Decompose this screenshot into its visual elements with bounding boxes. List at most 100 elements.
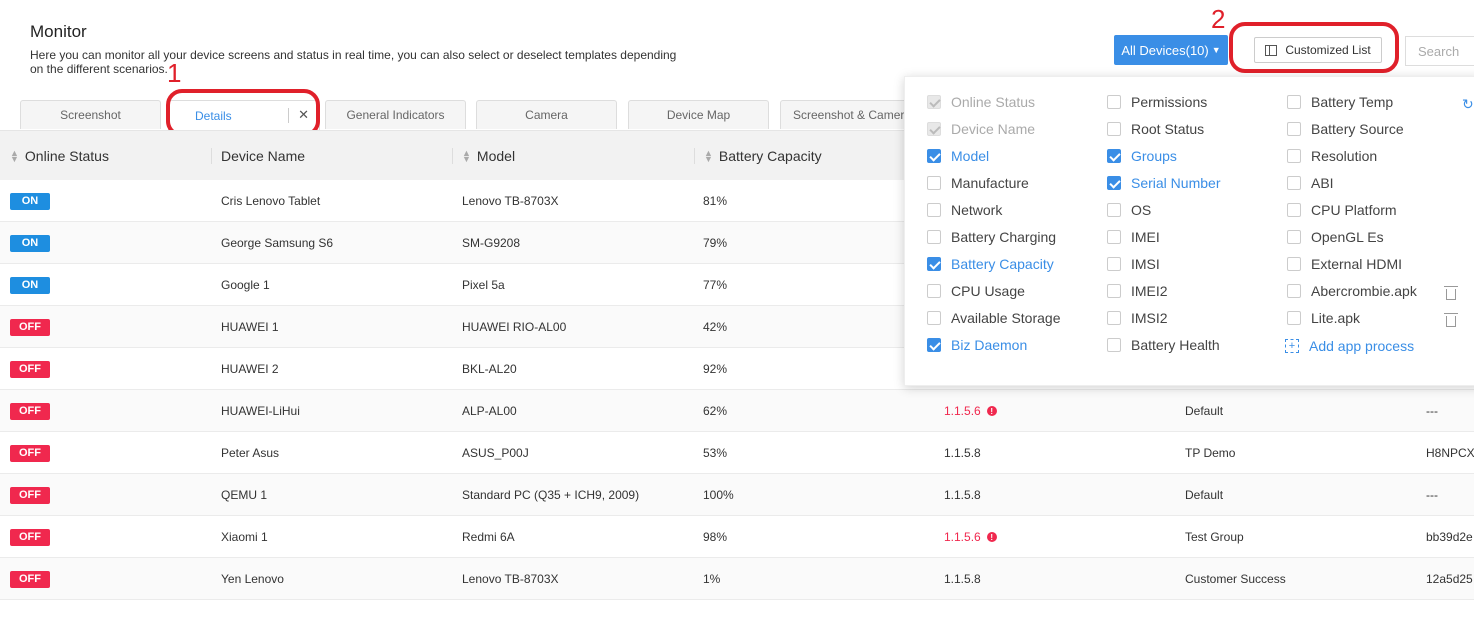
table-row[interactable]: OFF Xiaomi 1 Redmi 6A 98% 1.1.5.6! Test Group… (0, 516, 1474, 558)
checkbox[interactable] (1287, 311, 1301, 325)
column-option-label: External HDMI (1311, 256, 1403, 272)
column-option[interactable]: External HDMI (1287, 256, 1402, 272)
column-option[interactable]: Resolution (1287, 148, 1377, 164)
column-option[interactable]: Network (927, 202, 1002, 218)
checkbox[interactable] (1107, 338, 1121, 352)
checkbox[interactable] (1107, 122, 1121, 136)
column-option-label: Network (951, 202, 1003, 218)
tab-screenshot-camera[interactable]: Screenshot & Camera (780, 100, 910, 129)
column-label: Model (476, 148, 516, 164)
checkbox[interactable] (1107, 311, 1121, 325)
column-header-model[interactable]: ▲ ▼ Model (452, 131, 516, 181)
checkbox[interactable] (1287, 230, 1301, 244)
version-cell-text: 1.1.5.8 (944, 572, 981, 586)
checkbox[interactable] (1287, 149, 1301, 163)
checkbox[interactable] (1287, 257, 1301, 271)
table-row[interactable]: OFF Yen Lenovo Lenovo TB-8703X 1% 1.1.5.8 Cus… (0, 558, 1474, 600)
add-app-process-button[interactable]: + Add app process (1285, 338, 1414, 354)
checkbox[interactable] (927, 203, 941, 217)
checkbox[interactable] (1107, 257, 1121, 271)
column-option[interactable]: Battery Capacity (927, 256, 1054, 272)
column-option[interactable]: ABI (1287, 175, 1334, 191)
checkbox[interactable] (927, 149, 941, 163)
checkbox[interactable] (1287, 284, 1301, 298)
tab-device-map[interactable]: Device Map (628, 100, 769, 129)
column-option[interactable]: CPU Platform (1287, 202, 1397, 218)
tab-camera[interactable]: Camera (476, 100, 617, 129)
column-option[interactable]: Abercrombie.apk (1287, 283, 1417, 299)
checkbox[interactable] (927, 230, 941, 244)
checkbox[interactable] (927, 338, 941, 352)
column-option[interactable]: Biz Daemon (927, 337, 1027, 353)
checkbox[interactable] (1107, 95, 1121, 109)
column-header-battery-capacity[interactable]: ▲ ▼ Battery Capacity (694, 131, 822, 181)
battery-cell-text: 53% (703, 446, 728, 460)
battery-cell-text: 92% (703, 362, 728, 376)
warning-icon: ! (986, 406, 997, 416)
customized-list-button[interactable]: Customized List (1254, 37, 1382, 63)
column-label: Online Status (24, 148, 109, 164)
checkbox[interactable] (1287, 176, 1301, 190)
checkbox[interactable] (1107, 284, 1121, 298)
column-option[interactable]: Battery Temp (1287, 94, 1393, 110)
sort-icon[interactable]: ▲ ▼ (462, 149, 471, 164)
checkbox[interactable] (1287, 122, 1301, 136)
device-name-cell-text: Peter Asus (221, 446, 280, 460)
trash-icon[interactable] (1444, 313, 1458, 327)
sort-icon[interactable]: ▲ ▼ (10, 149, 19, 164)
checkbox[interactable] (927, 311, 941, 325)
trash-icon[interactable] (1444, 286, 1458, 300)
tab-general-indicators[interactable]: General Indicators (325, 100, 466, 129)
column-option[interactable]: Serial Number (1107, 175, 1220, 191)
battery-cell-text: 1% (703, 572, 721, 586)
device-name-cell: Peter Asus (221, 432, 279, 474)
device-name-cell-text: Yen Lenovo (221, 572, 284, 586)
column-option[interactable]: IMSI (1107, 256, 1160, 272)
checkbox[interactable] (1107, 230, 1121, 244)
column-option[interactable]: Model (927, 148, 989, 164)
table-row[interactable]: OFF QEMU 1 Standard PC (Q35 + ICH9, 2009) 1… (0, 474, 1474, 516)
monitor-page: Monitor Here you can monitor all your de… (0, 0, 1474, 630)
column-option[interactable]: OS (1107, 202, 1151, 218)
checkbox[interactable] (927, 176, 941, 190)
column-option[interactable]: IMEI (1107, 229, 1160, 245)
checkbox[interactable] (1107, 149, 1121, 163)
column-option[interactable]: Manufacture (927, 175, 1029, 191)
serial-cell: bb39d2e (1426, 516, 1473, 558)
version-cell-text: 1.1.5.6 (944, 404, 981, 418)
version-cell: 1.1.5.6! (944, 390, 997, 432)
sort-icon[interactable]: ▲ ▼ (704, 149, 713, 164)
checkbox[interactable] (1107, 203, 1121, 217)
refresh-icon[interactable]: ↻ (1462, 96, 1474, 113)
column-option[interactable]: Battery Health (1107, 337, 1220, 353)
column-option[interactable]: IMSI2 (1107, 310, 1168, 326)
checkbox[interactable] (927, 257, 941, 271)
battery-cell: 98% (703, 516, 727, 558)
column-option[interactable]: Battery Charging (927, 229, 1056, 245)
column-option[interactable]: OpenGL Es (1287, 229, 1384, 245)
column-option-label: Available Storage (951, 310, 1061, 326)
table-row[interactable]: OFF Peter Asus ASUS_P00J 53% 1.1.5.8 TP Demo H… (0, 432, 1474, 474)
column-option[interactable]: Permissions (1107, 94, 1207, 110)
table-row[interactable]: OFF HUAWEI-LiHui ALP-AL00 62% 1.1.5.6! Defaul… (0, 390, 1474, 432)
checkbox[interactable] (1287, 95, 1301, 109)
column-option[interactable]: Root Status (1107, 121, 1204, 137)
checkbox[interactable] (1287, 203, 1301, 217)
column-option[interactable]: Battery Source (1287, 121, 1404, 137)
column-option[interactable]: Lite.apk (1287, 310, 1360, 326)
checkbox[interactable] (1107, 176, 1121, 190)
column-header-device-name[interactable]: Device Name (211, 131, 305, 181)
column-header-online-status[interactable]: ▲ ▼ Online Status (10, 131, 109, 181)
column-option[interactable]: Groups (1107, 148, 1177, 164)
column-option[interactable]: CPU Usage (927, 283, 1025, 299)
battery-cell-text: 77% (703, 278, 728, 292)
column-option[interactable]: Available Storage (927, 310, 1060, 326)
all-devices-dropdown[interactable]: All Devices(10) ▼ (1114, 35, 1228, 65)
tab-screenshot[interactable]: Screenshot (20, 100, 161, 129)
model-cell-text: SM-G9208 (462, 236, 521, 250)
status-cell: OFF (10, 306, 50, 348)
column-option[interactable]: IMEI2 (1107, 283, 1168, 299)
checkbox[interactable] (927, 284, 941, 298)
version-cell: 1.1.5.8 (944, 432, 981, 474)
search-input[interactable]: Search (1405, 36, 1474, 66)
